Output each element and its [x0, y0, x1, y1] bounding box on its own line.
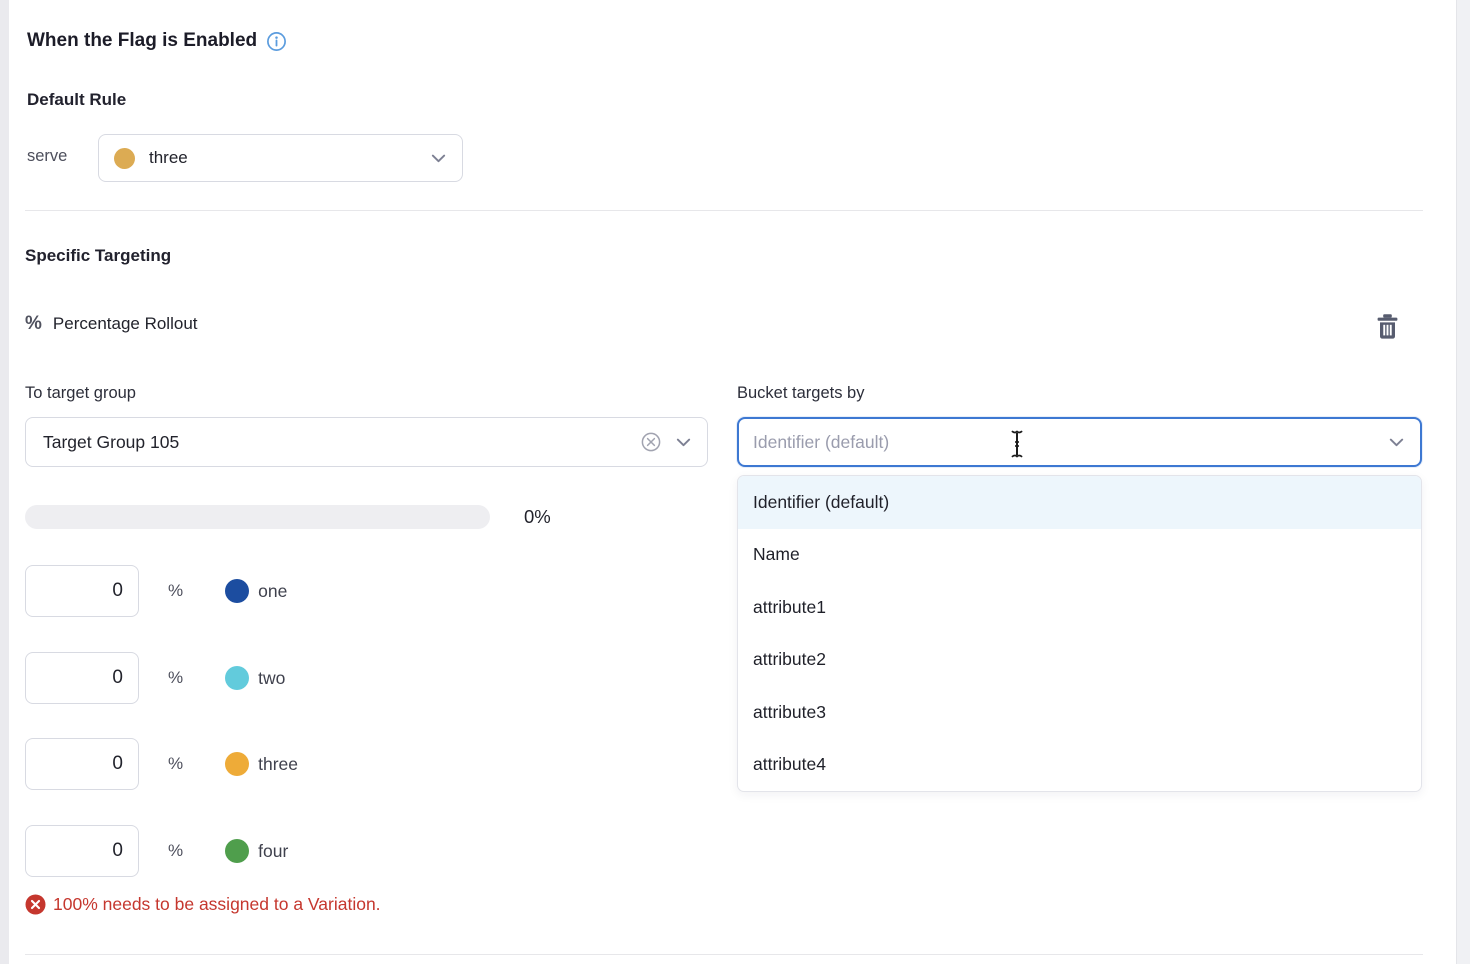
variation-percent-input[interactable]	[25, 738, 139, 790]
trash-icon	[1375, 313, 1400, 340]
percent-sign: %	[168, 581, 183, 601]
percent-sign: %	[168, 754, 183, 774]
variation-percent-input[interactable]	[25, 565, 139, 617]
bucket-by-input[interactable]	[739, 419, 1389, 465]
page-title-text: When the Flag is Enabled	[27, 30, 257, 52]
variation-row-four: % four	[25, 825, 288, 877]
variation-percent-input[interactable]	[25, 652, 139, 704]
variation-row-one: % one	[25, 565, 287, 617]
serve-label: serve	[27, 147, 67, 166]
rollout-progress-text: 0%	[524, 506, 551, 528]
dropdown-option-name[interactable]: Name	[738, 529, 1421, 582]
dropdown-option-attribute1[interactable]: attribute1	[738, 581, 1421, 634]
variation-color-dot	[225, 839, 249, 863]
variation-color-dot	[225, 579, 249, 603]
variation-row-three: % three	[25, 738, 298, 790]
bucket-by-dropdown: Identifier (default) Name attribute1 att…	[737, 475, 1422, 792]
variation-name: two	[258, 668, 285, 689]
percent-sign: %	[168, 668, 183, 688]
chevron-down-icon	[1389, 438, 1404, 447]
percent-sign: %	[168, 841, 183, 861]
variation-color-dot	[225, 666, 249, 690]
panel-left-edge	[0, 0, 9, 964]
variation-row-two: % two	[25, 652, 285, 704]
bucket-by-label: Bucket targets by	[737, 384, 864, 403]
page-title: When the Flag is Enabled	[27, 30, 287, 52]
selected-variation-label: three	[149, 148, 188, 168]
dropdown-option-identifier[interactable]: Identifier (default)	[738, 476, 1421, 529]
default-rule-heading: Default Rule	[27, 90, 126, 110]
chevron-down-icon	[676, 438, 691, 447]
section-divider	[25, 210, 1423, 211]
dropdown-option-attribute3[interactable]: attribute3	[738, 686, 1421, 739]
info-icon[interactable]	[266, 31, 287, 52]
error-message: 100% needs to be assigned to a Variation…	[53, 894, 381, 915]
target-group-label: To target group	[25, 384, 136, 403]
variation-color-dot	[225, 752, 249, 776]
variation-name: one	[258, 581, 287, 602]
panel-right-edge	[1456, 0, 1470, 964]
bucket-by-input-wrap	[737, 417, 1422, 467]
rollout-progress-bar	[25, 505, 490, 529]
validation-error: 100% needs to be assigned to a Variation…	[25, 894, 381, 915]
error-icon	[25, 894, 46, 915]
variation-percent-input[interactable]	[25, 825, 139, 877]
bottom-divider	[25, 954, 1423, 955]
percentage-rollout-header: % Percentage Rollout	[25, 313, 198, 335]
default-variation-select[interactable]: three	[98, 134, 463, 182]
variation-name: four	[258, 841, 288, 862]
target-group-value: Target Group 105	[43, 432, 179, 453]
target-group-select[interactable]: Target Group 105	[25, 417, 708, 467]
rollout-label: Percentage Rollout	[53, 314, 198, 334]
variation-color-dot	[114, 148, 135, 169]
percent-icon: %	[25, 313, 42, 335]
dropdown-option-attribute2[interactable]: attribute2	[738, 634, 1421, 687]
specific-targeting-heading: Specific Targeting	[25, 246, 171, 266]
dropdown-option-attribute4[interactable]: attribute4	[738, 739, 1421, 792]
clear-selection-icon[interactable]	[640, 431, 662, 453]
variation-name: three	[258, 754, 298, 775]
delete-rollout-button[interactable]	[1372, 311, 1402, 341]
chevron-down-icon	[431, 154, 446, 163]
